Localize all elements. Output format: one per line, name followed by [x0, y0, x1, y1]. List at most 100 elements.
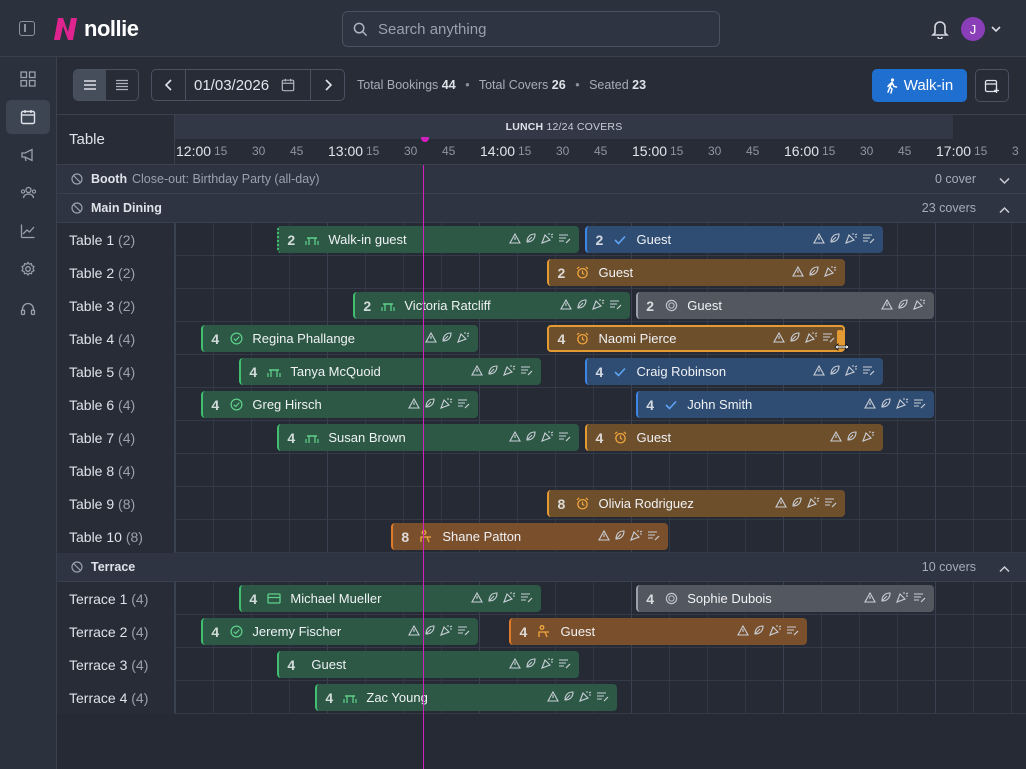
- nav-marketing[interactable]: [6, 138, 50, 172]
- table-name[interactable]: Table 5 (4): [57, 355, 175, 388]
- party-icon: [845, 232, 858, 247]
- time-tick: 45: [290, 144, 304, 158]
- table-name[interactable]: Table 8 (4): [57, 454, 175, 487]
- left-nav: [0, 57, 57, 769]
- nav-dashboard[interactable]: [6, 62, 50, 96]
- bell-icon[interactable]: [931, 19, 949, 39]
- walk-in-button[interactable]: Walk-in: [872, 69, 967, 102]
- section-row-booth[interactable]: Booth Close-out: Birthday Party (all-day)…: [57, 165, 1026, 194]
- date-picker[interactable]: 01/03/2026: [185, 70, 311, 100]
- table-name[interactable]: Table 1 (2): [57, 223, 175, 256]
- list-view-button[interactable]: [106, 70, 138, 100]
- booking-card[interactable]: 4 Guest: [509, 618, 808, 645]
- check-circle-icon: [229, 625, 243, 639]
- leaf-icon: [487, 591, 499, 606]
- booking-card[interactable]: 2 Victoria Ratcliff: [353, 292, 630, 319]
- avatar[interactable]: J: [961, 17, 985, 41]
- warning-icon: [813, 364, 826, 379]
- warning-icon: [547, 690, 560, 705]
- nav-support[interactable]: [6, 292, 50, 326]
- table-name[interactable]: Table 6 (4): [57, 388, 175, 421]
- leaf-icon: [829, 232, 841, 247]
- sidebar-toggle-icon[interactable]: [19, 21, 35, 36]
- add-booking-button[interactable]: [975, 69, 1009, 102]
- table-capacity: (4): [131, 624, 149, 640]
- booking-card[interactable]: 4 Zac Young: [315, 684, 618, 711]
- booking-covers: 8: [557, 495, 566, 512]
- booking-card[interactable]: 2 Guest: [547, 259, 846, 286]
- table-name[interactable]: Terrace 1 (4): [57, 582, 175, 615]
- check-icon: [664, 398, 678, 412]
- chevron-up-icon[interactable]: [999, 562, 1010, 576]
- booking-card[interactable]: 2 Guest: [585, 226, 884, 253]
- table-capacity: (4): [118, 331, 136, 347]
- search-input[interactable]: [378, 20, 698, 38]
- party-icon: [630, 529, 643, 544]
- chevron-down-icon[interactable]: [990, 23, 1002, 35]
- logo[interactable]: nollie: [52, 15, 139, 43]
- table-icon: [343, 691, 357, 705]
- seated-value: 23: [632, 78, 647, 92]
- booking-card[interactable]: 4 Jeremy Fischer: [201, 618, 478, 645]
- table-row: Table 2 (2) 2 Guest: [57, 256, 1026, 289]
- table-name[interactable]: Table 7 (4): [57, 421, 175, 454]
- warning-icon: [425, 331, 437, 346]
- table-column-header: Table: [57, 115, 175, 165]
- booking-covers: 4: [595, 363, 604, 380]
- booking-card[interactable]: 4 John Smith: [636, 391, 934, 418]
- table-name[interactable]: Terrace 2 (4): [57, 615, 175, 648]
- booking-card[interactable]: 4 Guest: [585, 424, 884, 451]
- table-label: Table 1: [69, 232, 119, 248]
- booking-guest-name: Victoria Ratcliff: [404, 298, 491, 313]
- table-name[interactable]: Terrace 4 (4): [57, 681, 175, 714]
- table-name[interactable]: Table 4 (4): [57, 322, 175, 355]
- party-icon: [769, 624, 782, 639]
- chevron-down-icon[interactable]: [999, 174, 1010, 188]
- table-name[interactable]: Table 3 (2): [57, 289, 175, 322]
- section-row-terrace[interactable]: Terrace 10 covers: [57, 553, 1026, 582]
- booking-covers: 4: [557, 330, 566, 347]
- section-name: Main Dining: [91, 201, 162, 215]
- booking-card[interactable]: 4 Michael Mueller: [239, 585, 542, 612]
- nav-analytics[interactable]: [6, 214, 50, 248]
- reservation-grid: Booth Close-out: Birthday Party (all-day)…: [57, 165, 1026, 769]
- booking-card[interactable]: 8 Shane Patton: [391, 523, 668, 550]
- booking-card[interactable]: 4 Regina Phallange: [201, 325, 478, 352]
- nav-settings[interactable]: [6, 252, 50, 286]
- table-name[interactable]: Terrace 3 (4): [57, 648, 175, 681]
- timeline-view-button[interactable]: [74, 70, 106, 100]
- table-row: Table 1 (2) 2 Walk-in guest 2 Guest: [57, 223, 1026, 256]
- section-note: Close-out: Birthday Party (all-day): [132, 172, 320, 186]
- time-tick: 45: [898, 144, 912, 158]
- party-icon: [457, 331, 470, 346]
- booking-card[interactable]: 2 Walk-in guest: [277, 226, 580, 253]
- booking-card[interactable]: 4 Naomi Pierce: [547, 325, 846, 352]
- booking-card[interactable]: 4 Greg Hirsch: [201, 391, 478, 418]
- table-name[interactable]: Table 9 (8): [57, 487, 175, 520]
- nav-guests[interactable]: [6, 176, 50, 210]
- search-box[interactable]: [342, 11, 720, 47]
- nav-reservations[interactable]: [6, 100, 50, 134]
- next-day-button[interactable]: [311, 70, 344, 100]
- notes-icon: [913, 591, 926, 606]
- booking-card[interactable]: 4 Guest: [277, 651, 580, 678]
- booking-card[interactable]: 4 Susan Brown: [277, 424, 580, 451]
- booking-card[interactable]: 4 Tanya McQuoid: [239, 358, 542, 385]
- booking-card[interactable]: 2 Guest: [636, 292, 934, 319]
- check-circle-icon: [229, 332, 243, 346]
- section-name: Terrace: [91, 560, 136, 574]
- table-name[interactable]: Table 2 (2): [57, 256, 175, 289]
- booking-card[interactable]: 4 Craig Robinson: [585, 358, 884, 385]
- booking-card[interactable]: 8 Olivia Rodriguez: [547, 490, 846, 517]
- list-view-icon: [116, 79, 128, 91]
- chevron-up-icon[interactable]: [999, 203, 1010, 217]
- section-row-main-dining[interactable]: Main Dining 23 covers: [57, 194, 1026, 223]
- prev-day-button[interactable]: [152, 70, 185, 100]
- table-name[interactable]: Table 10 (8): [57, 520, 175, 553]
- calendar-plus-icon: [984, 79, 999, 93]
- time-tick: 30: [252, 144, 266, 158]
- booking-card[interactable]: 4 Sophie Dubois: [636, 585, 934, 612]
- seat-icon: [537, 625, 551, 639]
- table-icon: [267, 365, 281, 379]
- booking-guest-name: Craig Robinson: [636, 364, 727, 379]
